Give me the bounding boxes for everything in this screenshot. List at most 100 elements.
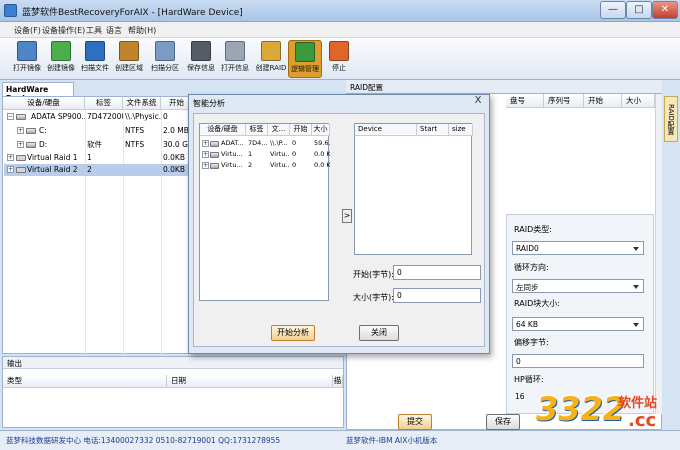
col-raid-size[interactable]: 大小: [622, 94, 655, 108]
raid-config-side-tab[interactable]: RAID配置: [664, 96, 678, 142]
menu-language[interactable]: 语言: [106, 25, 122, 36]
dlg-device-size: 0.0 KB: [314, 150, 330, 158]
offset-input[interactable]: 0: [512, 354, 644, 368]
device-name[interactable]: Virtual Raid 1: [27, 152, 85, 164]
create-image-icon: [51, 41, 71, 61]
device-label: 2: [87, 165, 92, 174]
dlg-device-name[interactable]: Virtu...: [221, 149, 246, 159]
dialog-close-button[interactable]: 关闭: [359, 325, 399, 341]
dlg-device-start: 0: [292, 139, 297, 147]
col-disk-no[interactable]: 盘号: [506, 94, 544, 108]
dlg-col-start[interactable]: 开始: [290, 124, 312, 136]
list-col-size[interactable]: size: [449, 124, 473, 136]
site-watermark-logo: 3322 软件站 .cc: [536, 388, 676, 436]
size-bytes-label: 大小(字节):: [353, 293, 394, 302]
minimize-button[interactable]: —: [600, 1, 626, 19]
floppy-disk-icon: [191, 41, 211, 61]
dlg-device-fs: Virtu...: [270, 150, 290, 158]
scan-partition-button[interactable]: 扫描分区: [148, 40, 182, 78]
menu-help[interactable]: 帮助(H): [128, 25, 156, 36]
hardware-device-tab[interactable]: HardWare Device: [2, 82, 74, 103]
vertical-scrollbar[interactable]: [655, 94, 662, 414]
logic-manage-button[interactable]: 逻辑管理: [288, 40, 322, 78]
dlg-device-fs: \\.\P...: [270, 139, 288, 147]
device-name[interactable]: ADATA SP900...: [31, 111, 85, 123]
dlg-col-size[interactable]: 大小: [312, 124, 330, 136]
close-button[interactable]: ✕: [652, 1, 678, 19]
device-fs: [125, 152, 161, 164]
output-panel: 输出 类型 日期 描: [2, 356, 344, 428]
save-info-button[interactable]: 保存信息: [184, 40, 218, 78]
partition-icon: [26, 128, 36, 134]
raid-books-icon: [261, 41, 281, 61]
col-label[interactable]: 标签: [85, 97, 123, 110]
device-name[interactable]: D:: [39, 139, 85, 151]
menu-device[interactable]: 设备(F): [14, 25, 41, 36]
col-device[interactable]: 设备/硬盘: [3, 97, 85, 110]
scan-partition-icon: [155, 41, 175, 61]
list-col-device[interactable]: Device: [355, 124, 417, 136]
device-name[interactable]: Virtual Raid 2: [27, 164, 85, 176]
device-label: 软件: [87, 140, 102, 149]
expand-icon[interactable]: −: [7, 113, 14, 120]
open-info-button[interactable]: 打开信息: [218, 40, 252, 78]
watermark-site: 软件站: [618, 396, 658, 411]
expand-icon[interactable]: +: [202, 151, 209, 158]
list-col-start[interactable]: Start: [417, 124, 449, 136]
expand-icon[interactable]: +: [17, 127, 24, 134]
col-desc[interactable]: 描: [333, 375, 343, 388]
cycle-direction-select[interactable]: 左同步: [512, 279, 644, 293]
create-image-button[interactable]: 创建镜像: [44, 40, 78, 78]
open-image-button[interactable]: 打开镜像: [10, 40, 44, 78]
device-label: 7D472000...: [87, 112, 123, 121]
maximize-button[interactable]: □: [626, 1, 652, 19]
expand-icon[interactable]: +: [7, 154, 14, 161]
stop-button[interactable]: 停止: [322, 40, 356, 78]
dialog-close-icon[interactable]: X: [469, 95, 487, 109]
disk-icon: [210, 141, 219, 147]
size-bytes-input[interactable]: 0: [393, 288, 481, 303]
menu-device-ops[interactable]: 设备操作(E): [42, 25, 85, 36]
expand-icon[interactable]: +: [7, 166, 14, 173]
col-type[interactable]: 类型: [3, 375, 167, 388]
add-to-list-button[interactable]: >: [342, 209, 352, 223]
scan-files-icon: [85, 41, 105, 61]
device-name[interactable]: C:: [39, 125, 85, 137]
pause-icon: [329, 41, 349, 61]
eraser-icon: [225, 41, 245, 61]
create-raid-button[interactable]: 创建RAID: [254, 40, 288, 78]
menu-tools[interactable]: 工具: [86, 25, 102, 36]
expand-icon[interactable]: +: [202, 140, 209, 147]
col-filesystem[interactable]: 文件系统: [123, 97, 161, 110]
dlg-col-fs[interactable]: 文...: [268, 124, 290, 136]
output-title: 输出: [3, 357, 343, 369]
dlg-device-start: 0: [292, 161, 297, 169]
start-analysis-button[interactable]: 开始分析: [271, 325, 315, 341]
recycle-icon: [295, 42, 315, 62]
col-serial[interactable]: 序列号: [544, 94, 584, 108]
block-size-select[interactable]: 64 KB: [512, 317, 644, 331]
device-label: [87, 125, 123, 137]
smart-analysis-dialog: 智能分析 X 设备/硬盘 标签 文... 开始 大小 + ADAT... 7D4…: [188, 94, 490, 354]
raid-type-select[interactable]: RAID0: [512, 241, 644, 255]
dlg-col-device[interactable]: 设备/硬盘: [200, 124, 246, 136]
dlg-device-label: 7D4...: [248, 139, 268, 147]
raid-icon: [16, 167, 26, 173]
raid-config-tab[interactable]: RAID配置: [346, 80, 662, 94]
save-button[interactable]: 保存: [486, 414, 520, 430]
create-region-button[interactable]: 创建区域: [112, 40, 146, 78]
submit-button[interactable]: 提交: [398, 414, 432, 430]
raid-icon: [210, 163, 219, 169]
col-date[interactable]: 日期: [167, 375, 333, 388]
scan-files-button[interactable]: 扫描文件: [78, 40, 112, 78]
dlg-device-name[interactable]: ADAT...: [221, 138, 246, 148]
watermark-number: 3322: [536, 390, 626, 428]
expand-icon[interactable]: +: [17, 141, 24, 148]
status-company: 蓝梦科技数据研发中心 电话:13400027332 0510-82719001 …: [6, 436, 281, 445]
col-raid-start[interactable]: 开始: [584, 94, 622, 108]
dlg-col-label[interactable]: 标签: [246, 124, 268, 136]
start-bytes-input[interactable]: 0: [393, 265, 481, 280]
dlg-device-name[interactable]: Virtu...: [221, 160, 246, 170]
expand-icon[interactable]: +: [202, 162, 209, 169]
dlg-device-size: 0.0 KB: [314, 161, 330, 169]
